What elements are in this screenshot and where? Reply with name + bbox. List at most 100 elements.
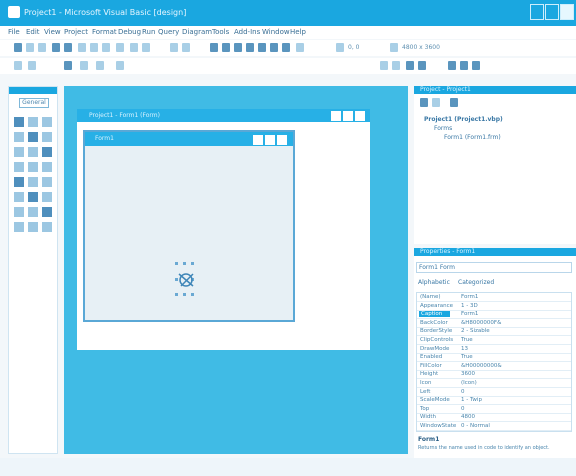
tool-extra1-icon[interactable] xyxy=(14,222,24,232)
view-code-icon[interactable] xyxy=(420,98,428,107)
tool-shape-icon[interactable] xyxy=(28,192,38,202)
menu-query[interactable]: Query xyxy=(158,28,179,36)
redo-icon[interactable] xyxy=(142,43,150,52)
toggle-bookmark-icon[interactable] xyxy=(460,61,468,70)
property-value[interactable]: True xyxy=(461,337,473,343)
component-manager-icon[interactable] xyxy=(296,43,304,52)
tool-dirlistbox-icon[interactable] xyxy=(42,177,52,187)
tool-drivelistbox-icon[interactable] xyxy=(28,177,38,187)
menu-view[interactable]: View xyxy=(44,28,61,36)
tool-label-icon[interactable] xyxy=(42,117,52,127)
tool-data-icon[interactable] xyxy=(28,207,38,217)
property-value[interactable]: 4800 xyxy=(461,414,475,420)
view-object-icon[interactable] xyxy=(432,98,440,107)
menu-format[interactable]: Format xyxy=(92,28,117,36)
undo-icon[interactable] xyxy=(130,43,138,52)
menu-editor-icon[interactable] xyxy=(38,43,46,52)
cut-icon[interactable] xyxy=(78,43,86,52)
property-value[interactable]: Form1 xyxy=(461,311,478,317)
tool-pointer-icon[interactable] xyxy=(14,117,24,127)
form1-close-button[interactable] xyxy=(277,135,287,145)
save-icon[interactable] xyxy=(64,43,72,52)
tab-alphabetic[interactable]: Alphabetic xyxy=(418,279,450,286)
make-same-size-icon[interactable] xyxy=(96,61,104,70)
tool-picturebox-icon[interactable] xyxy=(28,117,38,127)
designer-maximize-button[interactable] xyxy=(343,111,353,121)
tab-categorized[interactable]: Categorized xyxy=(458,279,494,286)
next-bookmark-icon[interactable] xyxy=(472,61,480,70)
property-value[interactable]: 2 - Sizable xyxy=(461,328,490,334)
menu-help[interactable]: Help xyxy=(290,28,306,36)
tool-checkbox-icon[interactable] xyxy=(14,147,24,157)
tool-optionbutton-icon[interactable] xyxy=(28,147,38,157)
align-icon[interactable] xyxy=(64,61,72,70)
tree-forms-folder[interactable]: Forms xyxy=(434,125,452,132)
property-value[interactable]: 0 xyxy=(461,389,465,395)
property-value[interactable]: &H00000000& xyxy=(461,363,502,369)
tool-hscrollbar-icon[interactable] xyxy=(28,162,38,172)
property-value[interactable]: &H8000000F& xyxy=(461,320,501,326)
tree-form1[interactable]: Form1 (Form1.frm) xyxy=(444,134,501,141)
menu-edit[interactable]: Edit xyxy=(26,28,40,36)
menu-addins[interactable]: Add-Ins xyxy=(234,28,260,36)
object-selector[interactable]: Form1 Form xyxy=(416,262,572,273)
minimize-button[interactable] xyxy=(530,4,544,20)
menu-file[interactable]: File xyxy=(8,28,20,36)
property-value[interactable]: 1 - 3D xyxy=(461,303,478,309)
add-project-icon[interactable] xyxy=(14,43,22,52)
menu-tools[interactable]: Tools xyxy=(212,28,229,36)
toolbox-icon[interactable] xyxy=(258,43,266,52)
tool-extra3-icon[interactable] xyxy=(42,222,52,232)
tool-textbox-icon[interactable] xyxy=(14,132,24,142)
property-value[interactable]: 0 - Normal xyxy=(461,423,490,429)
tool-line-icon[interactable] xyxy=(42,192,52,202)
tool-timer-icon[interactable] xyxy=(14,177,24,187)
add-form-icon[interactable] xyxy=(26,43,34,52)
form-layout-icon[interactable] xyxy=(234,43,242,52)
toolbox-tab-general[interactable]: General xyxy=(19,98,49,108)
tool-ole-icon[interactable] xyxy=(42,207,52,217)
project-explorer-icon[interactable] xyxy=(210,43,218,52)
form1-maximize-button[interactable] xyxy=(265,135,275,145)
designer-minimize-button[interactable] xyxy=(331,111,341,121)
property-value[interactable]: 1 - Twip xyxy=(461,397,482,403)
properties-window-icon[interactable] xyxy=(222,43,230,52)
outdent-icon[interactable] xyxy=(392,61,400,70)
lock-controls-icon[interactable] xyxy=(116,61,124,70)
center-icon[interactable] xyxy=(80,61,88,70)
tool-combobox-icon[interactable] xyxy=(42,147,52,157)
start-icon[interactable] xyxy=(170,43,178,52)
paste-icon[interactable] xyxy=(102,43,110,52)
open-icon[interactable] xyxy=(52,43,60,52)
menu-project[interactable]: Project xyxy=(64,28,88,36)
tool-filelistbox-icon[interactable] xyxy=(14,192,24,202)
send-to-back-icon[interactable] xyxy=(28,61,36,70)
property-row[interactable]: WindowState 0 - Normal xyxy=(417,422,571,431)
comment-block-icon[interactable] xyxy=(418,61,426,70)
menu-diagram[interactable]: Diagram xyxy=(182,28,212,36)
bring-to-front-icon[interactable] xyxy=(14,61,22,70)
tool-extra2-icon[interactable] xyxy=(28,222,38,232)
copy-icon[interactable] xyxy=(90,43,98,52)
property-value[interactable]: Form1 xyxy=(461,294,478,300)
toggle-breakpoint-icon[interactable] xyxy=(406,61,414,70)
designer-close-button[interactable] xyxy=(355,111,365,121)
close-button[interactable] xyxy=(560,4,574,20)
object-browser-icon[interactable] xyxy=(246,43,254,52)
find-icon[interactable] xyxy=(116,43,124,52)
form1-canvas[interactable]: Form1 xyxy=(83,130,295,322)
visual-component-icon[interactable] xyxy=(282,43,290,52)
property-value[interactable]: 13 xyxy=(461,346,468,352)
tool-vscrollbar-icon[interactable] xyxy=(42,162,52,172)
tool-commandbutton-icon[interactable] xyxy=(42,132,52,142)
break-icon[interactable] xyxy=(182,43,190,52)
indent-icon[interactable] xyxy=(380,61,388,70)
toggle-folders-icon[interactable] xyxy=(450,98,458,107)
uncomment-block-icon[interactable] xyxy=(448,61,456,70)
menu-debug[interactable]: Debug xyxy=(118,28,141,36)
property-value[interactable]: (Icon) xyxy=(461,380,477,386)
tree-project[interactable]: Project1 (Project1.vbp) xyxy=(424,116,503,123)
property-value[interactable]: 3600 xyxy=(461,371,475,377)
tool-frame-icon[interactable] xyxy=(28,132,38,142)
tool-image-icon[interactable] xyxy=(14,207,24,217)
